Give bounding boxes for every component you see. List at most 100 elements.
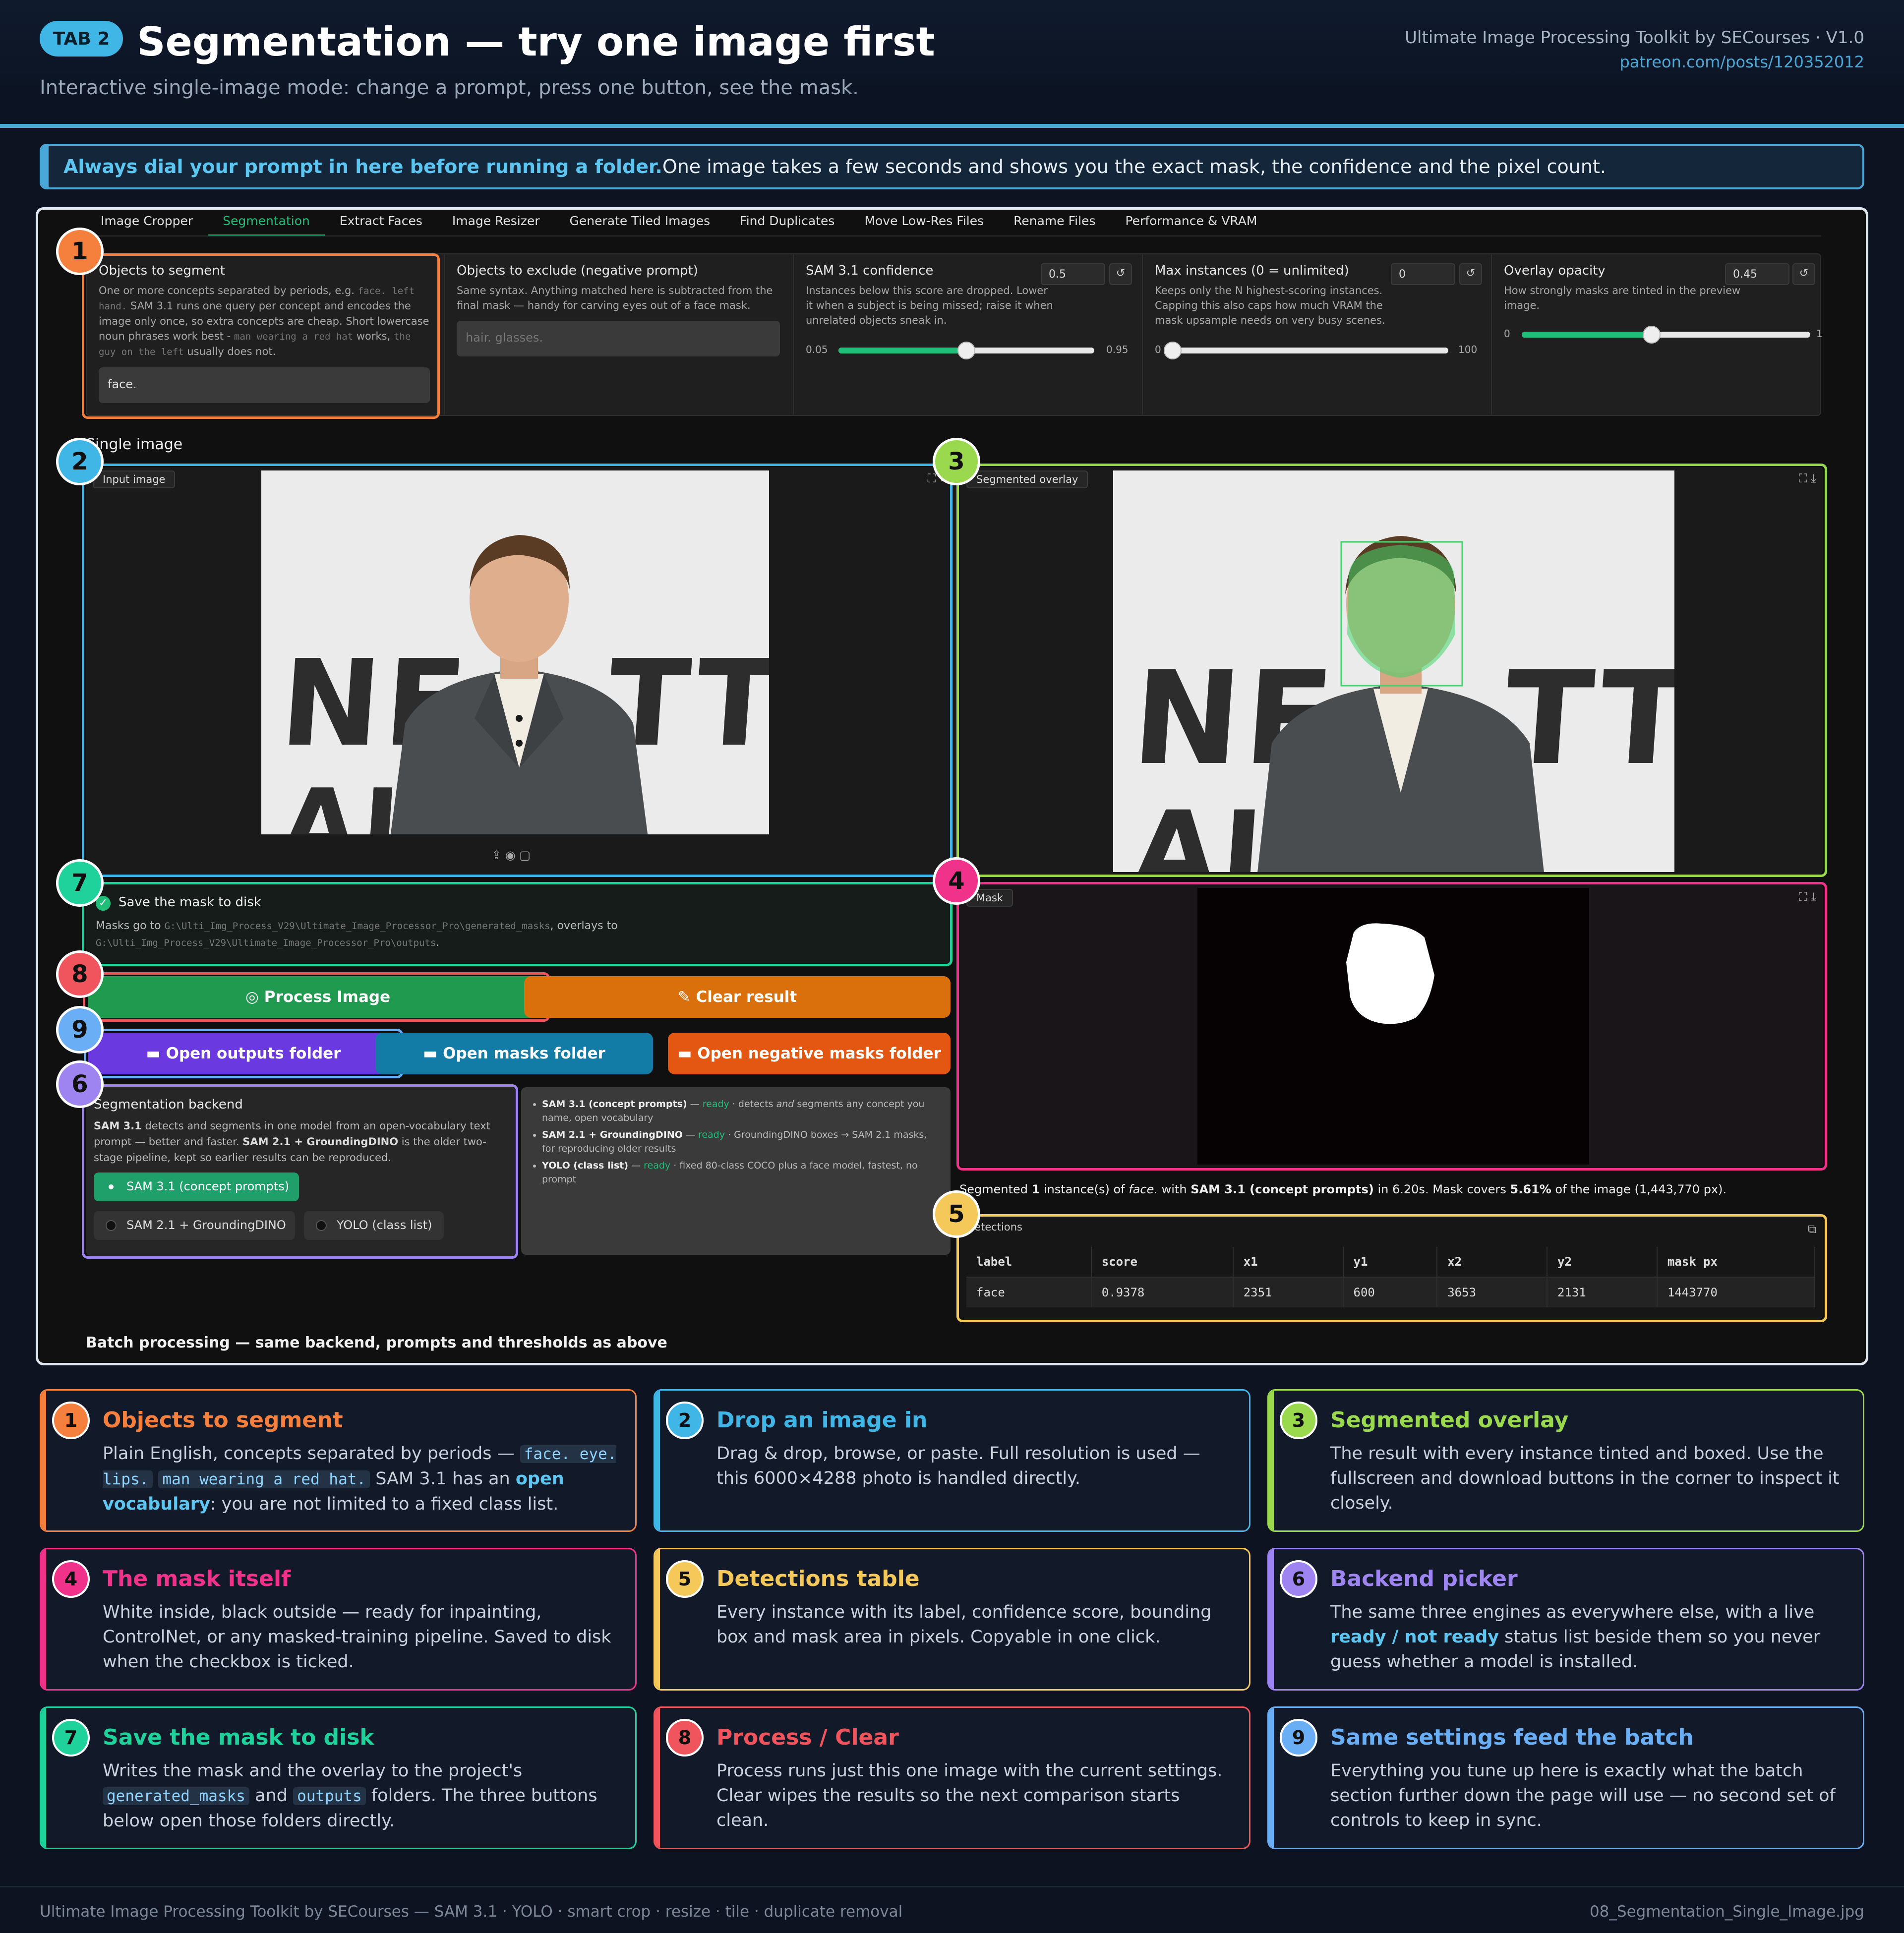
overlay-desc: How strongly masks are tinted in the pre… [1504,285,1741,311]
status-item: YOLO (class list) — ready · fixed 80-cla… [542,1159,939,1186]
highlight-frame-4 [956,882,1827,1171]
card-4: 4 The mask itself White inside, black ou… [40,1548,637,1691]
exclude-desc: Same syntax. Anything matched here is su… [457,285,773,311]
max-instances-min: 0 [1155,344,1161,355]
step-badge-8: 8 [56,950,104,998]
app-tab-bar: Image Cropper Segmentation Extract Faces… [86,210,1272,236]
status-item: SAM 3.1 (concept prompts) — ready · dete… [542,1097,939,1125]
confidence-number[interactable]: 0.5 [1041,263,1105,285]
card-8: 8 Process / Clear Process runs just this… [654,1706,1250,1849]
card-title: The mask itself [103,1566,291,1591]
card-6: 6 Backend picker The same three engines … [1267,1548,1864,1691]
footer-divider [0,1886,1904,1887]
folder-icon: ▬ [677,1045,698,1062]
step-badge-4: 4 [933,857,980,905]
tab-performance-vram[interactable]: Performance & VRAM [1110,210,1272,236]
max-instances-slider[interactable] [1164,342,1448,359]
tab-extract-faces[interactable]: Extract Faces [325,210,437,236]
app-screenshot: Image Cropper Segmentation Extract Faces… [36,207,1868,1365]
card-accent [655,1549,660,1689]
card-badge: 4 [52,1560,90,1598]
max-instances-number[interactable]: 0 [1391,263,1455,285]
overlay-reset-icon[interactable]: ↺ [1792,263,1815,285]
overlay-min: 0 [1504,328,1510,340]
slider-knob[interactable] [957,342,975,359]
card-body: The result with every instance tinted an… [1330,1444,1840,1513]
page-subtitle: Interactive single-image mode: change a … [40,76,859,99]
card-title: Process / Clear [716,1725,899,1750]
brand-url[interactable]: patreon.com/posts/120352012 [1619,53,1864,71]
highlight-frame-6 [82,1084,518,1259]
card-badge: 7 [52,1719,90,1757]
highlight-frame-1 [82,253,440,419]
max-instances-desc: Keeps only the N highest-scoring instanc… [1155,285,1385,326]
confidence-panel: SAM 3.1 confidence 0.5 ↺ Instances below… [794,254,1141,415]
tip-callout: Always dial your prompt in here before r… [40,144,1864,189]
backend-status-list: SAM 3.1 (concept prompts) — ready · dete… [542,1097,939,1189]
step-badge-7: 7 [56,859,104,907]
card-1: 1 Objects to segment Plain English, conc… [40,1389,637,1532]
card-2: 2 Drop an image in Drag & drop, browse, … [654,1389,1250,1532]
tab-generate-tiled[interactable]: Generate Tiled Images [555,210,725,236]
confidence-desc: Instances below this score are dropped. … [806,285,1053,326]
card-body: Writes the mask and the overlay to the p… [103,1761,597,1831]
card-accent [41,1549,46,1689]
tab-segmentation[interactable]: Segmentation [208,210,325,236]
exclude-label: Objects to exclude (negative prompt) [457,263,698,278]
slider-knob[interactable] [1164,342,1182,359]
card-badge: 2 [666,1402,704,1439]
card-badge: 1 [52,1402,90,1439]
highlight-frame-5 [956,1214,1827,1322]
card-badge: 3 [1280,1402,1317,1439]
card-3: 3 Segmented overlay The result with ever… [1267,1389,1864,1532]
card-badge: 9 [1280,1719,1317,1757]
result-summary: Segmented 1 instance(s) of face. with SA… [959,1182,1727,1196]
card-title: Save the mask to disk [103,1725,374,1750]
card-accent [655,1708,660,1848]
max-instances-reset-icon[interactable]: ↺ [1459,263,1482,285]
card-badge: 8 [666,1719,704,1757]
card-body: Everything you tune up here is exactly w… [1330,1761,1836,1830]
tab-move-low-res[interactable]: Move Low-Res Files [849,210,999,236]
card-body: The same three engines as everywhere els… [1330,1602,1821,1672]
card-9: 9 Same settings feed the batch Everythin… [1267,1706,1864,1849]
exclude-input[interactable]: hair. glasses. [457,321,780,356]
overlay-number[interactable]: 0.45 [1725,263,1789,285]
card-body: Process runs just this one image with th… [716,1761,1223,1830]
card-accent [1269,1391,1274,1530]
card-badge: 6 [1280,1560,1317,1598]
highlight-frame-8 [83,972,550,1022]
card-badge: 5 [666,1560,704,1598]
exclude-panel: Objects to exclude (negative prompt) Sam… [445,254,792,415]
callout-bold: Always dial your prompt in here before r… [63,156,662,177]
step-badge-5: 5 [933,1190,980,1238]
step-badge-3: 3 [933,438,980,485]
open-masks-button[interactable]: ▬ Open masks folder [375,1033,653,1074]
card-title: Objects to segment [103,1407,343,1433]
card-title: Segmented overlay [1330,1407,1569,1433]
tab-image-resizer[interactable]: Image Resizer [437,210,555,236]
confidence-reset-icon[interactable]: ↺ [1109,263,1132,285]
card-accent [1269,1708,1274,1848]
clear-result-button[interactable]: ✎ Clear result [524,976,951,1018]
card-title: Drop an image in [716,1407,928,1433]
card-body: Drag & drop, browse, or paste. Full reso… [716,1444,1200,1488]
overlay-slider[interactable] [1522,326,1810,344]
open-negative-masks-button[interactable]: ▬ Open negative masks folder [668,1033,951,1074]
card-5: 5 Detections table Every instance with i… [654,1548,1250,1691]
header-divider [0,124,1904,128]
step-badge-2: 2 [56,438,104,485]
slider-knob[interactable] [1642,326,1661,344]
backend-status-panel: SAM 3.1 (concept prompts) — ready · dete… [521,1087,951,1255]
tab-underline [86,235,1821,236]
card-title: Detections table [716,1566,920,1591]
tab-image-cropper[interactable]: Image Cropper [86,210,208,236]
confidence-slider[interactable] [838,342,1094,359]
tab-rename-files[interactable]: Rename Files [999,210,1110,236]
footer-right: 08_Segmentation_Single_Image.jpg [1589,1903,1864,1921]
card-accent [655,1391,660,1530]
page-header: TAB 2 Segmentation — try one image first… [0,0,1904,128]
step-badge-1: 1 [56,228,104,275]
tab-find-duplicates[interactable]: Find Duplicates [725,210,849,236]
card-title: Backend picker [1330,1566,1518,1591]
